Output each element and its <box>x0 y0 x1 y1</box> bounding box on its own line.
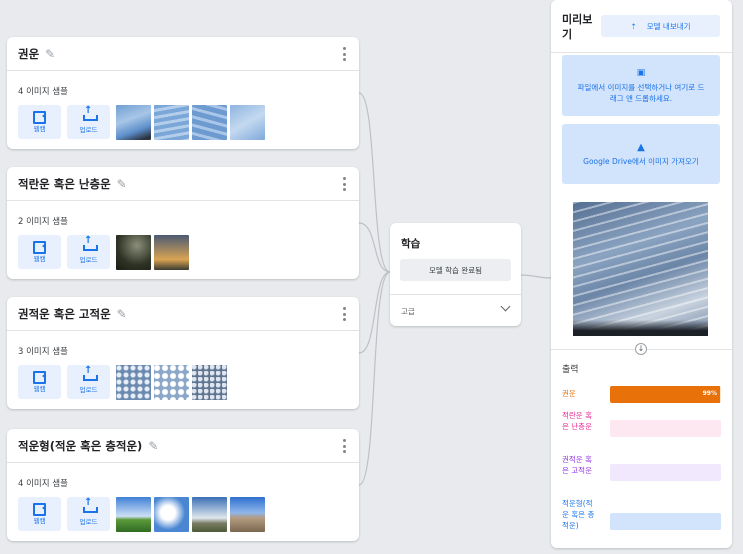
sample-thumbnail[interactable] <box>192 365 227 400</box>
sample-thumbnail[interactable] <box>154 105 189 140</box>
sample-thumbnail[interactable] <box>116 497 151 532</box>
webcam-button[interactable]: 웹캠 <box>18 365 61 399</box>
sample-thumbnail[interactable] <box>192 497 227 532</box>
upload-label: 업로드 <box>79 386 98 394</box>
sample-thumbnail[interactable] <box>154 365 189 400</box>
arrow-down-icon: ↓ <box>635 343 647 355</box>
class-title[interactable]: 권운 <box>18 46 39 62</box>
output-label: 권적운 혹은 고적운 <box>562 455 592 475</box>
sample-count: 3 이미지 샘플 <box>18 347 68 357</box>
sample-thumbnail[interactable] <box>116 105 151 140</box>
edit-pencil-icon[interactable]: ✎ <box>45 47 55 61</box>
confidence-bar <box>610 420 721 437</box>
upload-button[interactable]: 업로드 <box>67 365 110 399</box>
chevron-down-icon[interactable] <box>500 301 511 312</box>
sample-count: 4 이미지 샘플 <box>18 87 68 97</box>
sample-thumbnail[interactable] <box>154 235 189 270</box>
divider <box>551 52 732 53</box>
export-upload-icon: ⇡ <box>630 21 637 31</box>
output-label: 권운 <box>562 389 576 398</box>
confidence-percent: 99% <box>702 390 717 397</box>
export-model-button[interactable]: ⇡ 모델 내보내기 <box>601 15 720 37</box>
upload-icon <box>83 365 98 381</box>
webcam-button[interactable]: 웹캠 <box>18 105 61 139</box>
webcam-label: 웹캠 <box>33 517 46 525</box>
webcam-label: 웹캠 <box>33 125 46 133</box>
folder-add-icon: ▣ <box>636 67 646 78</box>
confidence-bar <box>610 464 721 481</box>
sample-row: 웹캠 업로드 <box>18 497 265 532</box>
sample-count: 4 이미지 샘플 <box>18 479 68 489</box>
upload-button[interactable]: 업로드 <box>67 105 110 139</box>
edit-pencil-icon[interactable]: ✎ <box>117 177 127 191</box>
more-options-icon[interactable] <box>342 439 346 453</box>
google-drive-icon: ▲ <box>637 141 645 153</box>
class-card-header: 적운형(적운 혹은 층적운) ✎ <box>7 429 359 463</box>
upload-label: 업로드 <box>79 256 98 264</box>
divider <box>390 294 521 295</box>
video-camera-icon <box>33 503 46 516</box>
drop-zone-text: 파일에서 이미지를 선택하거나 여기로 드래그 앤 드롭하세요. <box>577 82 705 103</box>
sample-thumbnail[interactable] <box>230 497 265 532</box>
upload-icon <box>83 497 98 513</box>
more-options-icon[interactable] <box>342 47 346 61</box>
edit-pencil-icon[interactable]: ✎ <box>117 307 127 321</box>
edit-pencil-icon[interactable]: ✎ <box>148 439 158 453</box>
webcam-label: 웹캠 <box>33 255 46 263</box>
preview-title: 미리보기 <box>562 13 593 41</box>
class-title[interactable]: 권적운 혹은 고적운 <box>18 306 111 322</box>
upload-label: 업로드 <box>79 518 98 526</box>
sample-thumbnail[interactable] <box>230 105 265 140</box>
sample-count: 2 이미지 샘플 <box>18 217 68 227</box>
class-card-header: 권운 ✎ <box>7 37 359 71</box>
file-drop-zone[interactable]: ▣ 파일에서 이미지를 선택하거나 여기로 드래그 앤 드롭하세요. <box>562 55 720 116</box>
sample-row: 웹캠 업로드 <box>18 365 227 400</box>
sample-thumbnail[interactable] <box>116 235 151 270</box>
output-label: 적운형(적운 혹은 층적운) <box>562 499 595 530</box>
class-title[interactable]: 적운형(적운 혹은 층적운) <box>18 438 142 454</box>
sample-row: 웹캠 업로드 <box>18 235 189 270</box>
preview-panel: 미리보기 ⇡ 모델 내보내기 ▣ 파일에서 이미지를 선택하거나 여기로 드래그… <box>551 0 732 548</box>
preview-image <box>573 202 708 336</box>
sample-thumbnail[interactable] <box>154 497 189 532</box>
output-title: 출력 <box>562 365 579 375</box>
class-card-header: 적란운 혹은 난층운 ✎ <box>7 167 359 201</box>
google-drive-button[interactable]: ▲ Google Drive에서 이미지 가져오기 <box>562 124 720 184</box>
sample-thumbnail[interactable] <box>192 105 227 140</box>
class-card-1: 권운 ✎ 4 이미지 샘플 웹캠 업로드 <box>7 37 359 149</box>
upload-button[interactable]: 업로드 <box>67 497 110 531</box>
sample-row: 웹캠 업로드 <box>18 105 265 140</box>
train-model-button[interactable]: 모델 학습 완료됨 <box>400 259 511 281</box>
class-title[interactable]: 적란운 혹은 난층운 <box>18 176 111 192</box>
class-card-2: 적란운 혹은 난층운 ✎ 2 이미지 샘플 웹캠 업로드 <box>7 167 359 279</box>
more-options-icon[interactable] <box>342 307 346 321</box>
video-camera-icon <box>33 111 46 124</box>
class-card-4: 적운형(적운 혹은 층적운) ✎ 4 이미지 샘플 웹캠 업로드 <box>7 429 359 541</box>
export-model-label: 모델 내보내기 <box>646 21 691 31</box>
webcam-button[interactable]: 웹캠 <box>18 235 61 269</box>
more-options-icon[interactable] <box>342 177 346 191</box>
video-camera-icon <box>33 241 46 254</box>
output-label: 적란운 혹은 난층운 <box>562 411 592 431</box>
training-title: 학습 <box>401 238 421 250</box>
confidence-bar: 99% <box>610 386 721 403</box>
upload-button[interactable]: 업로드 <box>67 235 110 269</box>
upload-icon <box>83 235 98 251</box>
class-card-3: 권적운 혹은 고적운 ✎ 3 이미지 샘플 웹캠 업로드 <box>7 297 359 409</box>
video-camera-icon <box>33 371 46 384</box>
webcam-label: 웹캠 <box>33 385 46 393</box>
advanced-toggle-label[interactable]: 고급 <box>401 306 415 317</box>
sample-thumbnail[interactable] <box>116 365 151 400</box>
upload-icon <box>83 105 98 121</box>
confidence-bar <box>610 513 721 530</box>
upload-label: 업로드 <box>79 126 98 134</box>
webcam-button[interactable]: 웹캠 <box>18 497 61 531</box>
training-card: 학습 모델 학습 완료됨 고급 <box>390 223 521 326</box>
class-card-header: 권적운 혹은 고적운 ✎ <box>7 297 359 331</box>
google-drive-label: Google Drive에서 이미지 가져오기 <box>583 156 699 166</box>
